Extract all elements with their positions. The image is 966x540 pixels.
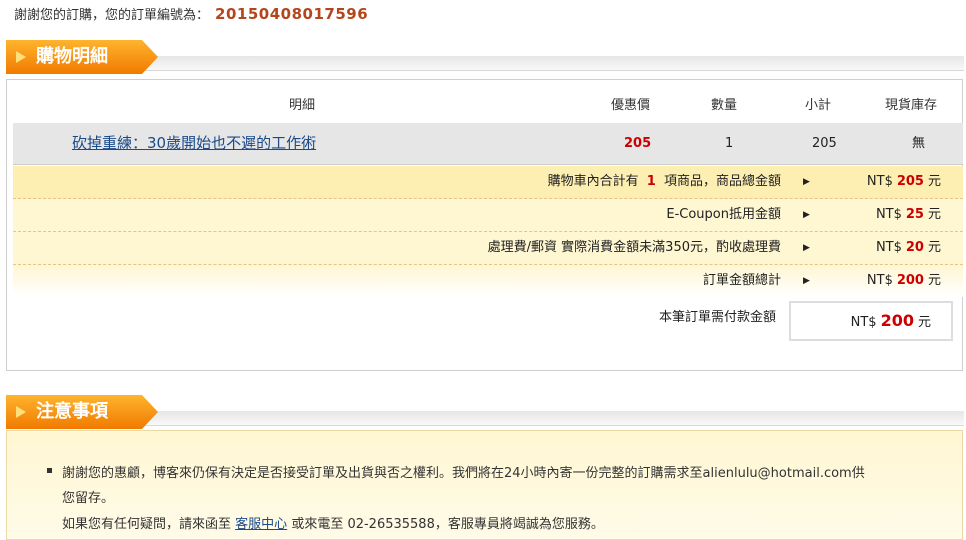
- table-row: 砍掉重練：30歲開始也不遲的工作術 205 1 205 無: [13, 123, 963, 165]
- cart-panel: 明細 優惠價 數量 小計 現貨庫存 砍掉重練：30歲開始也不遲的工作術 205 …: [6, 79, 963, 371]
- cart-item-count: 1: [646, 174, 656, 189]
- cart-total-row: 購物車內合計有 1 項商品，商品總金額 ▶ NT$ 205 元: [13, 166, 963, 199]
- arrow-right-icon: ▶: [803, 243, 810, 253]
- cart-section-title: 購物明細: [36, 46, 108, 67]
- order-total-label: 訂單金額總計: [702, 273, 781, 288]
- item-qty: 1: [725, 136, 734, 151]
- order-confirmation: 謝謝您的訂購，您的訂單編號為： 20150408017596: [14, 4, 368, 23]
- arrow-bullet-icon: [16, 51, 26, 63]
- cart-total-label-pre: 購物車內合計有: [547, 174, 639, 189]
- fee-label: 處理費/郵資 實際消費金額未滿350元，酌收處理費: [487, 240, 781, 255]
- bullet-icon: [47, 468, 52, 473]
- cart-table-header: 明細 優惠價 數量 小計 現貨庫存: [13, 88, 963, 126]
- col-stock-header: 現貨庫存: [885, 98, 938, 113]
- fee-row: 處理費/郵資 實際消費金額未滿350元，酌收處理費 ▶ NT$ 20 元: [13, 232, 963, 265]
- item-price: 205: [624, 136, 652, 151]
- item-stock: 無: [912, 136, 926, 151]
- cart-section-header: 購物明細: [6, 40, 964, 76]
- notes-section-header: 注意事項: [6, 395, 964, 431]
- notes-panel: 謝謝您的惠顧，博客來仍保有決定是否接受訂單及出貨與否之權利。我們將在24小時內寄…: [6, 430, 963, 540]
- fee-amount: NT$ 20 元: [875, 240, 941, 255]
- payable-amount: 200: [880, 311, 914, 330]
- note-line-3: 如果您有任何疑問，請來函至 客服中心 或來電至 02-26535588，客服專員…: [62, 513, 604, 532]
- payable-amount-box: NT$ 200 元: [789, 301, 953, 341]
- col-qty-header: 數量: [711, 98, 738, 113]
- coupon-label: E-Coupon抵用金額: [666, 207, 781, 222]
- coupon-row: E-Coupon抵用金額 ▶ NT$ 25 元: [13, 199, 963, 232]
- order-total-amount: NT$ 200 元: [866, 273, 941, 288]
- note-line-2: 您留存。: [62, 491, 115, 506]
- note-line-3-post: 或來電至 02-26535588，客服專員將竭誠為您服務。: [291, 517, 604, 532]
- order-thanks-text: 謝謝您的訂購，您的訂單編號為：: [14, 8, 210, 23]
- arrow-right-icon: ▶: [803, 177, 810, 187]
- payable-label: 本筆訂單需付款金額: [658, 310, 776, 325]
- col-detail-header: 明細: [289, 98, 316, 113]
- note-line-1: 謝謝您的惠顧，博客來仍保有決定是否接受訂單及出貨與否之權利。我們將在24小時內寄…: [62, 466, 865, 481]
- col-price-header: 優惠價: [611, 98, 651, 113]
- order-total-row: 訂單金額總計 ▶ NT$ 200 元: [13, 265, 963, 297]
- item-subtotal: 205: [812, 136, 837, 151]
- order-number: 20150408017596: [215, 5, 369, 23]
- arrow-bullet-icon: [16, 406, 26, 418]
- customer-service-link[interactable]: 客服中心: [235, 517, 287, 532]
- item-title-link[interactable]: 砍掉重練：30歲開始也不遲的工作術: [72, 123, 316, 164]
- cart-total-label-post: 項商品，商品總金額: [663, 174, 781, 189]
- arrow-right-icon: ▶: [803, 210, 810, 220]
- notes-section-tab: 注意事項: [6, 395, 158, 429]
- notes-section-title: 注意事項: [36, 401, 108, 422]
- note-line-3-pre: 如果您有任何疑問，請來函至: [62, 517, 232, 532]
- cart-section-tab: 購物明細: [6, 40, 158, 74]
- col-subtotal-header: 小計: [805, 98, 832, 113]
- arrow-right-icon: ▶: [803, 276, 810, 286]
- coupon-amount: NT$ 25 元: [875, 207, 941, 222]
- cart-total-amount: NT$ 205 元: [866, 174, 941, 189]
